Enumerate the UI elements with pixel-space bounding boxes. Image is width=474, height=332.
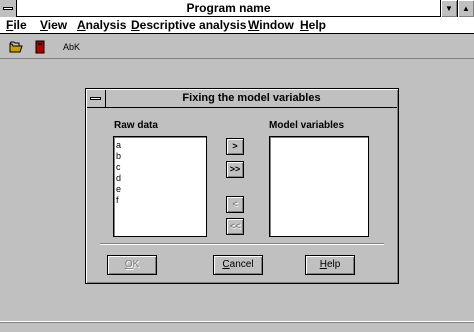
maximize-icon: ▲ (462, 4, 470, 13)
model-variables-label: Model variables (269, 120, 345, 131)
list-item[interactable]: d (116, 173, 121, 184)
open-folder-icon (9, 41, 23, 53)
list-item[interactable]: b (116, 151, 121, 162)
move-all-right-button[interactable]: >> (226, 161, 244, 178)
menu-bar: File View Analysis Descriptive analysis … (0, 17, 474, 34)
window-title: Program name (186, 1, 271, 15)
raw-data-listbox[interactable]: a b c d e f (113, 136, 207, 237)
dialog-title: Fixing the model variables (182, 92, 321, 104)
model-variables-listbox[interactable] (269, 136, 369, 237)
menu-descriptive-analysis[interactable]: Descriptive analysis (131, 17, 246, 34)
title-bar: Program name ▼ ▲ (0, 0, 474, 17)
dialog-system-menu-icon (90, 97, 101, 100)
menu-analysis[interactable]: Analysis (77, 17, 126, 34)
move-one-right-button[interactable]: > (226, 138, 244, 155)
menu-help[interactable]: Help (300, 17, 326, 34)
list-item[interactable]: f (116, 195, 119, 206)
move-one-left-button[interactable]: < (226, 196, 244, 213)
list-item[interactable]: a (116, 140, 121, 151)
toolbar: AbK (0, 35, 474, 59)
menu-file[interactable]: File (6, 17, 27, 34)
menu-view[interactable]: View (40, 17, 67, 34)
book-icon (35, 40, 45, 54)
ok-button[interactable]: OK (107, 255, 157, 275)
move-all-left-button[interactable]: << (226, 218, 244, 235)
raw-data-label: Raw data (114, 120, 158, 131)
cancel-button[interactable]: Cancel (213, 255, 263, 275)
menu-window[interactable]: Window (248, 17, 294, 34)
book-button[interactable] (35, 38, 47, 56)
help-button[interactable]: Help (305, 255, 355, 275)
open-folder-button[interactable] (9, 38, 23, 56)
minimize-button[interactable]: ▼ (440, 0, 457, 17)
maximize-button[interactable]: ▲ (457, 0, 474, 17)
list-item[interactable]: c (116, 162, 121, 173)
minimize-icon: ▼ (445, 4, 453, 13)
status-divider (0, 322, 474, 323)
list-item[interactable]: e (116, 184, 121, 195)
separator (100, 243, 384, 245)
dialog-title-bar: Fixing the model variables (87, 90, 397, 108)
fixing-model-variables-dialog: Fixing the model variables Raw data Mode… (85, 88, 399, 284)
system-menu-button[interactable] (0, 0, 17, 17)
system-menu-icon (3, 7, 13, 10)
dialog-system-menu-button[interactable] (87, 90, 106, 107)
status-bar (0, 321, 474, 332)
text-tool-button[interactable]: AbK (63, 38, 80, 56)
